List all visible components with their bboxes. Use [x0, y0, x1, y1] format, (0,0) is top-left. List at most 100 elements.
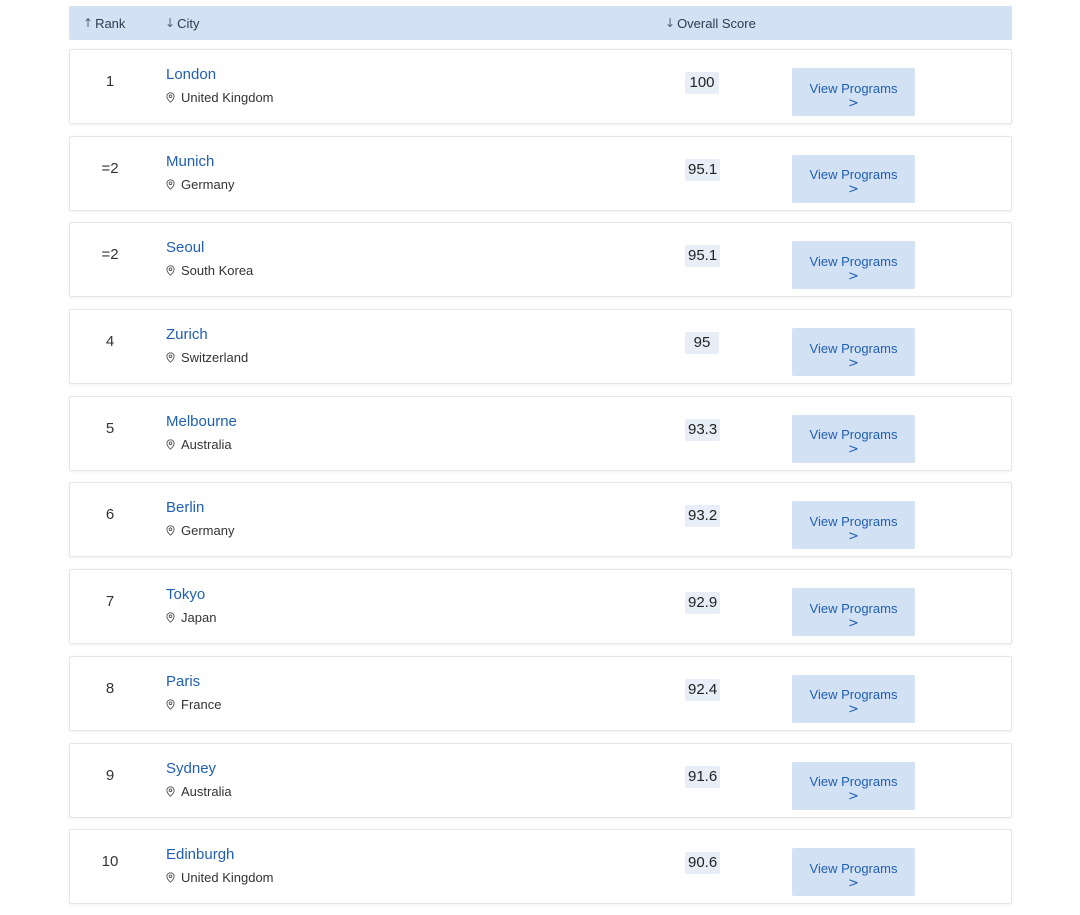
city-link[interactable]: Edinburgh	[166, 846, 234, 863]
country-label: United Kingdom	[166, 90, 274, 105]
overall-score-badge: 92.9	[685, 592, 721, 615]
country-label: South Korea	[166, 263, 253, 278]
rankings-list: 1 London United Kingdom 100 View Program…	[69, 49, 1012, 915]
location-pin-icon	[166, 439, 175, 450]
table-row: 1 London United Kingdom 100 View Program…	[69, 49, 1012, 124]
view-programs-label: View Programs	[809, 340, 898, 356]
rank-header-label: Rank	[95, 15, 126, 31]
location-pin-icon	[166, 265, 175, 277]
rank-value: 6	[105, 506, 115, 524]
view-programs-button[interactable]: View Programs >	[792, 68, 915, 116]
chevron-right-icon: >	[848, 442, 859, 458]
overall-score-badge: 93.3	[685, 418, 721, 441]
view-programs-button[interactable]: View Programs >	[792, 241, 915, 290]
city-link[interactable]: Munich	[166, 153, 214, 170]
rank-value: 4	[105, 333, 115, 351]
table-row: 5 Melbourne Australia 93.3 View Programs…	[69, 395, 1012, 471]
chevron-right-icon: >	[848, 615, 859, 631]
overall-score-badge: 91.6	[685, 765, 721, 788]
country-label: Australia	[166, 784, 232, 799]
location-pin-icon	[166, 179, 175, 190]
view-programs-button[interactable]: View Programs >	[792, 761, 915, 810]
overall-score-badge: 95	[685, 332, 719, 355]
view-programs-label: View Programs	[809, 774, 898, 789]
table-row: 9 Sydney Australia 91.6 View Programs >	[69, 742, 1012, 818]
country-name: Germany	[181, 523, 235, 539]
chevron-right-icon: >	[848, 702, 859, 718]
country-name: Japan	[181, 610, 217, 626]
country-label: France	[166, 697, 221, 712]
location-pin-icon	[166, 612, 175, 623]
view-programs-button[interactable]: View Programs >	[792, 501, 915, 550]
view-programs-label: View Programs	[809, 513, 898, 529]
city-link[interactable]: Zurich	[166, 326, 208, 343]
chevron-right-icon: >	[848, 95, 859, 111]
country-name: South Korea	[181, 263, 254, 279]
overall-score-badge: 93.2	[685, 505, 721, 528]
country-label: Switzerland	[166, 350, 248, 365]
view-programs-label: View Programs	[809, 427, 898, 443]
country-label: United Kingdom	[166, 870, 274, 885]
rank-value: 9	[105, 766, 115, 784]
sort-score-header[interactable]: ↓ Overall Score	[665, 6, 756, 40]
overall-score-badge: 100	[685, 72, 719, 94]
view-programs-label: View Programs	[809, 80, 898, 96]
overall-score-badge: 90.6	[685, 852, 721, 875]
city-header-label: City	[177, 15, 200, 31]
overall-score-badge: 95.1	[685, 245, 721, 268]
chevron-right-icon: >	[848, 268, 859, 284]
view-programs-label: View Programs	[809, 253, 898, 269]
sort-up-arrow-icon: ↑	[83, 15, 94, 30]
city-link[interactable]: London	[166, 66, 216, 83]
location-pin-icon	[166, 872, 175, 883]
view-programs-button[interactable]: View Programs >	[792, 588, 915, 637]
city-link[interactable]: Paris	[166, 673, 200, 690]
country-name: Germany	[181, 176, 235, 192]
table-header: ↑ Rank ↓ City ↓ Overall Score	[69, 6, 1012, 40]
view-programs-button[interactable]: View Programs >	[792, 328, 915, 377]
country-name: Australia	[181, 783, 232, 799]
view-programs-button[interactable]: View Programs >	[792, 414, 915, 463]
city-link[interactable]: Tokyo	[166, 586, 205, 603]
score-header-label: Overall Score	[677, 15, 756, 31]
view-programs-label: View Programs	[809, 860, 898, 876]
table-row: =2 Munich Germany 95.1 View Programs >	[69, 135, 1012, 211]
rank-value: =2	[101, 159, 119, 177]
chevron-right-icon: >	[848, 875, 859, 891]
rank-value: 1	[105, 73, 115, 90]
country-name: United Kingdom	[181, 90, 274, 105]
sort-down-arrow-icon: ↓	[165, 15, 176, 30]
table-row: 6 Berlin Germany 93.2 View Programs >	[69, 482, 1012, 558]
view-programs-button[interactable]: View Programs >	[792, 154, 915, 203]
chevron-right-icon: >	[848, 182, 859, 198]
city-link[interactable]: Seoul	[166, 239, 204, 256]
view-programs-label: View Programs	[809, 687, 898, 703]
country-label: Germany	[166, 523, 234, 538]
city-link[interactable]: Berlin	[166, 499, 204, 516]
overall-score-badge: 95.1	[685, 158, 721, 181]
view-programs-button[interactable]: View Programs >	[792, 674, 915, 723]
country-label: Japan	[166, 610, 216, 625]
sort-rank-header[interactable]: ↑ Rank	[83, 6, 125, 40]
city-link[interactable]: Melbourne	[166, 413, 237, 430]
rank-value: 8	[105, 679, 115, 697]
location-pin-icon	[166, 352, 175, 363]
country-name: France	[181, 696, 222, 712]
country-name: Australia	[181, 436, 232, 452]
table-row: 4 Zurich Switzerland 95 View Programs >	[69, 309, 1012, 385]
sort-city-header[interactable]: ↓ City	[165, 6, 199, 40]
view-programs-label: View Programs	[809, 167, 898, 183]
view-programs-button[interactable]: View Programs >	[792, 848, 915, 897]
location-pin-icon	[166, 92, 175, 103]
location-pin-icon	[166, 785, 175, 797]
rank-value: =2	[101, 246, 119, 264]
chevron-right-icon: >	[848, 789, 859, 804]
rank-value: 10	[101, 853, 119, 871]
view-programs-label: View Programs	[809, 600, 898, 616]
table-row: 7 Tokyo Japan 92.9 View Programs >	[69, 569, 1012, 645]
table-row: 8 Paris France 92.4 View Programs >	[69, 655, 1012, 731]
city-link[interactable]: Sydney	[166, 760, 216, 777]
sort-down-arrow-icon: ↓	[665, 15, 676, 30]
country-label: Australia	[166, 437, 232, 452]
chevron-right-icon: >	[848, 528, 859, 544]
